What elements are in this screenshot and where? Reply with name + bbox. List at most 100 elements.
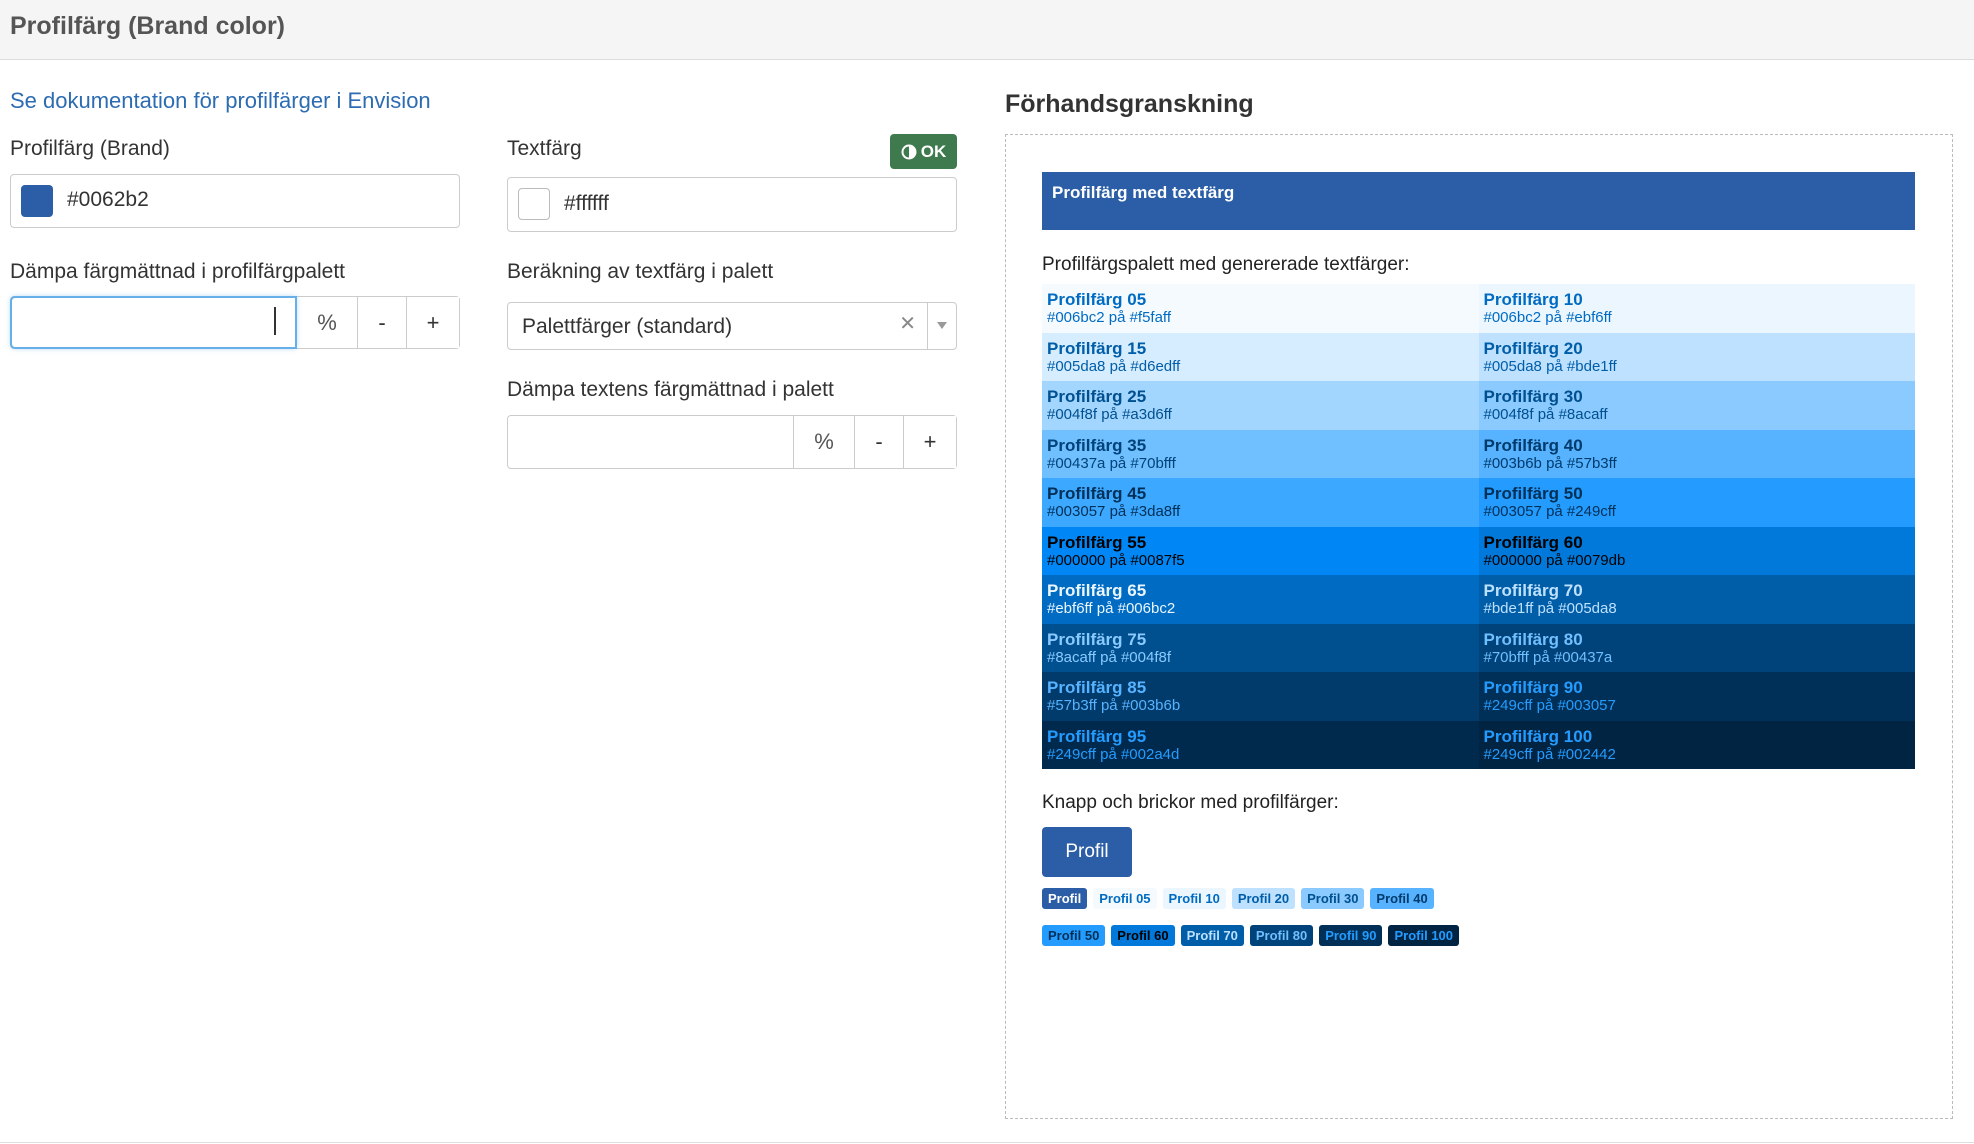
saturation-label: Dämpa färgmättnad i profilfärgpalett bbox=[10, 260, 346, 283]
palette-swatch-colors: #003b6b på #57b3ff bbox=[1483, 454, 1617, 472]
brand-color-swatch[interactable] bbox=[21, 185, 53, 217]
brand-color-value: #0062b2 bbox=[67, 188, 149, 211]
palette-swatch-name: Profilfärg 25 bbox=[1047, 387, 1147, 406]
brand-banner: Profilfärg med textfärg bbox=[1042, 172, 1915, 230]
profil-badge: Profil 30 bbox=[1301, 888, 1365, 909]
palette-swatch-name: Profilfärg 60 bbox=[1483, 532, 1583, 552]
profil-badge: Profil 05 bbox=[1093, 888, 1157, 909]
saturation-input[interactable] bbox=[10, 296, 297, 349]
documentation-link[interactable]: Se dokumentation för profilfärger i Envi… bbox=[10, 88, 431, 114]
palette-swatch-colors: #70bfff på #00437a bbox=[1483, 648, 1613, 666]
palette-swatch: Profilfärg 10 #006bc2 på #ebf6ff bbox=[1478, 284, 1915, 333]
palette-swatch-colors: #249cff på #002a4d bbox=[1047, 745, 1180, 763]
profil-button[interactable]: Profil bbox=[1042, 827, 1132, 877]
page-header: Profilfärg (Brand color) bbox=[0, 0, 1974, 60]
palette-swatch: Profilfärg 65 #ebf6ff på #006bc2 bbox=[1042, 575, 1479, 624]
palette-swatch-name: Profilfärg 45 bbox=[1047, 484, 1147, 503]
percent-addon: % bbox=[296, 297, 357, 348]
profil-badge: Profil 100 bbox=[1388, 925, 1460, 946]
palette-swatch-colors: #8acaff på #004f8f bbox=[1047, 648, 1171, 666]
palette-swatch-colors: #000000 på #0079db bbox=[1483, 551, 1626, 569]
palette-swatch-colors: #005da8 på #d6edff bbox=[1047, 357, 1181, 375]
palette-swatch: Profilfärg 70 #bde1ff på #005da8 bbox=[1478, 575, 1915, 624]
palette-swatch: Profilfärg 35 #00437a på #70bfff bbox=[1042, 429, 1479, 478]
text-caret bbox=[274, 307, 276, 335]
palette-swatch-name: Profilfärg 15 bbox=[1047, 338, 1147, 358]
palette-swatch: Profilfärg 40 #003b6b på #57b3ff bbox=[1478, 429, 1915, 478]
palette-heading: Profilfärgspalett med genererade textfär… bbox=[1042, 254, 1410, 275]
buttons-heading: Knapp och brickor med profilfärger: bbox=[1042, 792, 1339, 813]
profil-badge: Profil 70 bbox=[1180, 925, 1244, 946]
palette-swatch-colors: #004f8f på #a3d6ff bbox=[1047, 406, 1172, 423]
palette-swatch-name: Profilfärg 40 bbox=[1483, 435, 1583, 455]
palette-swatch: Profilfärg 05 #006bc2 på #f5faff bbox=[1042, 284, 1479, 333]
page-title: Profilfärg (Brand color) bbox=[10, 12, 286, 40]
profil-badge: Profil 50 bbox=[1042, 925, 1106, 946]
text-saturation-decrement-button[interactable]: - bbox=[854, 416, 903, 468]
palette-swatch: Profilfärg 15 #005da8 på #d6edff bbox=[1042, 332, 1479, 381]
palette-swatch: Profilfärg 75 #8acaff på #004f8f bbox=[1042, 623, 1479, 672]
saturation-increment-button[interactable]: + bbox=[406, 297, 459, 348]
contrast-ok-badge: OK bbox=[890, 134, 957, 169]
text-calc-select-value: Palettfärger (standard) bbox=[522, 315, 733, 338]
palette-swatch: Profilfärg 50 #003057 på #249cff bbox=[1478, 478, 1915, 527]
clear-icon[interactable]: ✕ bbox=[899, 311, 916, 336]
text-saturation-label: Dämpa textens färgmättnad i palett bbox=[507, 378, 834, 401]
palette-swatch-colors: #bde1ff på #005da8 bbox=[1483, 600, 1617, 617]
profil-badge: Profil 80 bbox=[1249, 925, 1314, 946]
palette-swatch-colors: #003057 på #249cff bbox=[1483, 503, 1616, 520]
palette-swatch: Profilfärg 100 #249cff på #002442 bbox=[1478, 720, 1915, 769]
select-divider bbox=[927, 303, 928, 349]
palette-swatch: Profilfärg 45 #003057 på #3da8ff bbox=[1042, 478, 1479, 527]
palette-swatch-name: Profilfärg 100 bbox=[1483, 726, 1593, 746]
palette-swatch-colors: #005da8 på #bde1ff bbox=[1483, 357, 1617, 375]
text-saturation-increment-button[interactable]: + bbox=[903, 416, 956, 468]
contrast-icon bbox=[901, 144, 917, 159]
profil-badge: Profil 90 bbox=[1319, 925, 1383, 946]
palette-swatch-colors: #006bc2 på #ebf6ff bbox=[1483, 309, 1612, 326]
brand-color-field[interactable]: #0062b2 bbox=[10, 174, 460, 228]
percent-addon: % bbox=[793, 416, 854, 468]
palette-swatch-name: Profilfärg 10 bbox=[1483, 290, 1583, 309]
palette-swatch-name: Profilfärg 65 bbox=[1047, 581, 1147, 600]
palette-swatch-name: Profilfärg 20 bbox=[1483, 338, 1583, 358]
saturation-input-group: % - + bbox=[10, 296, 460, 349]
palette-swatch: Profilfärg 55 #000000 på #0087f5 bbox=[1042, 526, 1479, 575]
palette-swatch-name: Profilfärg 50 bbox=[1483, 484, 1583, 503]
text-color-value: #ffffff bbox=[564, 192, 609, 215]
palette-swatch-colors: #00437a på #70bfff bbox=[1047, 454, 1176, 472]
palette-swatch-name: Profilfärg 05 bbox=[1047, 290, 1147, 309]
palette-swatch-colors: #249cff på #003057 bbox=[1483, 697, 1616, 714]
palette-swatch: Profilfärg 20 #005da8 på #bde1ff bbox=[1478, 332, 1915, 381]
palette-swatch-name: Profilfärg 85 bbox=[1047, 678, 1147, 697]
palette-swatch-colors: #249cff på #002442 bbox=[1483, 745, 1616, 763]
preview-title: Förhandsgranskning bbox=[1005, 90, 1254, 118]
palette-swatch-name: Profilfärg 95 bbox=[1047, 726, 1147, 746]
text-color-swatch[interactable] bbox=[518, 188, 550, 220]
palette-swatch: Profilfärg 85 #57b3ff på #003b6b bbox=[1042, 672, 1479, 721]
saturation-decrement-button[interactable]: - bbox=[357, 297, 406, 348]
palette-swatch: Profilfärg 90 #249cff på #003057 bbox=[1478, 672, 1915, 721]
palette-swatch-colors: #006bc2 på #f5faff bbox=[1047, 309, 1171, 326]
palette-swatch-colors: #ebf6ff på #006bc2 bbox=[1047, 600, 1176, 617]
profil-badge: Profil 40 bbox=[1370, 888, 1434, 909]
text-color-field[interactable]: #ffffff bbox=[507, 177, 957, 232]
text-calc-label: Beräkning av textfärg i palett bbox=[507, 260, 774, 283]
palette-swatch-name: Profilfärg 80 bbox=[1483, 629, 1583, 649]
text-color-label: Textfärg bbox=[507, 137, 582, 160]
palette-swatch-name: Profilfärg 35 bbox=[1047, 435, 1147, 455]
palette-grid: Profilfärg 05 #006bc2 på #f5faff Profilfär… bbox=[1042, 284, 1915, 769]
palette-swatch-colors: #003057 på #3da8ff bbox=[1047, 503, 1181, 520]
palette-swatch-colors: #000000 på #0087f5 bbox=[1047, 551, 1185, 569]
text-calc-select[interactable]: Palettfärger (standard) ✕ bbox=[507, 302, 957, 350]
palette-swatch: Profilfärg 25 #004f8f på #a3d6ff bbox=[1042, 381, 1479, 430]
profil-badge: Profil 20 bbox=[1231, 888, 1296, 909]
text-saturation-input[interactable] bbox=[508, 416, 793, 468]
chevron-down-icon[interactable] bbox=[937, 322, 947, 329]
palette-swatch-name: Profilfärg 90 bbox=[1483, 678, 1583, 697]
text-saturation-input-group: % - + bbox=[507, 415, 957, 469]
palette-swatch-colors: #57b3ff på #003b6b bbox=[1047, 697, 1181, 714]
profil-badge: Profil 60 bbox=[1111, 925, 1175, 946]
profil-badge: Profil bbox=[1042, 888, 1088, 909]
palette-swatch-colors: #004f8f på #8acaff bbox=[1483, 406, 1608, 423]
